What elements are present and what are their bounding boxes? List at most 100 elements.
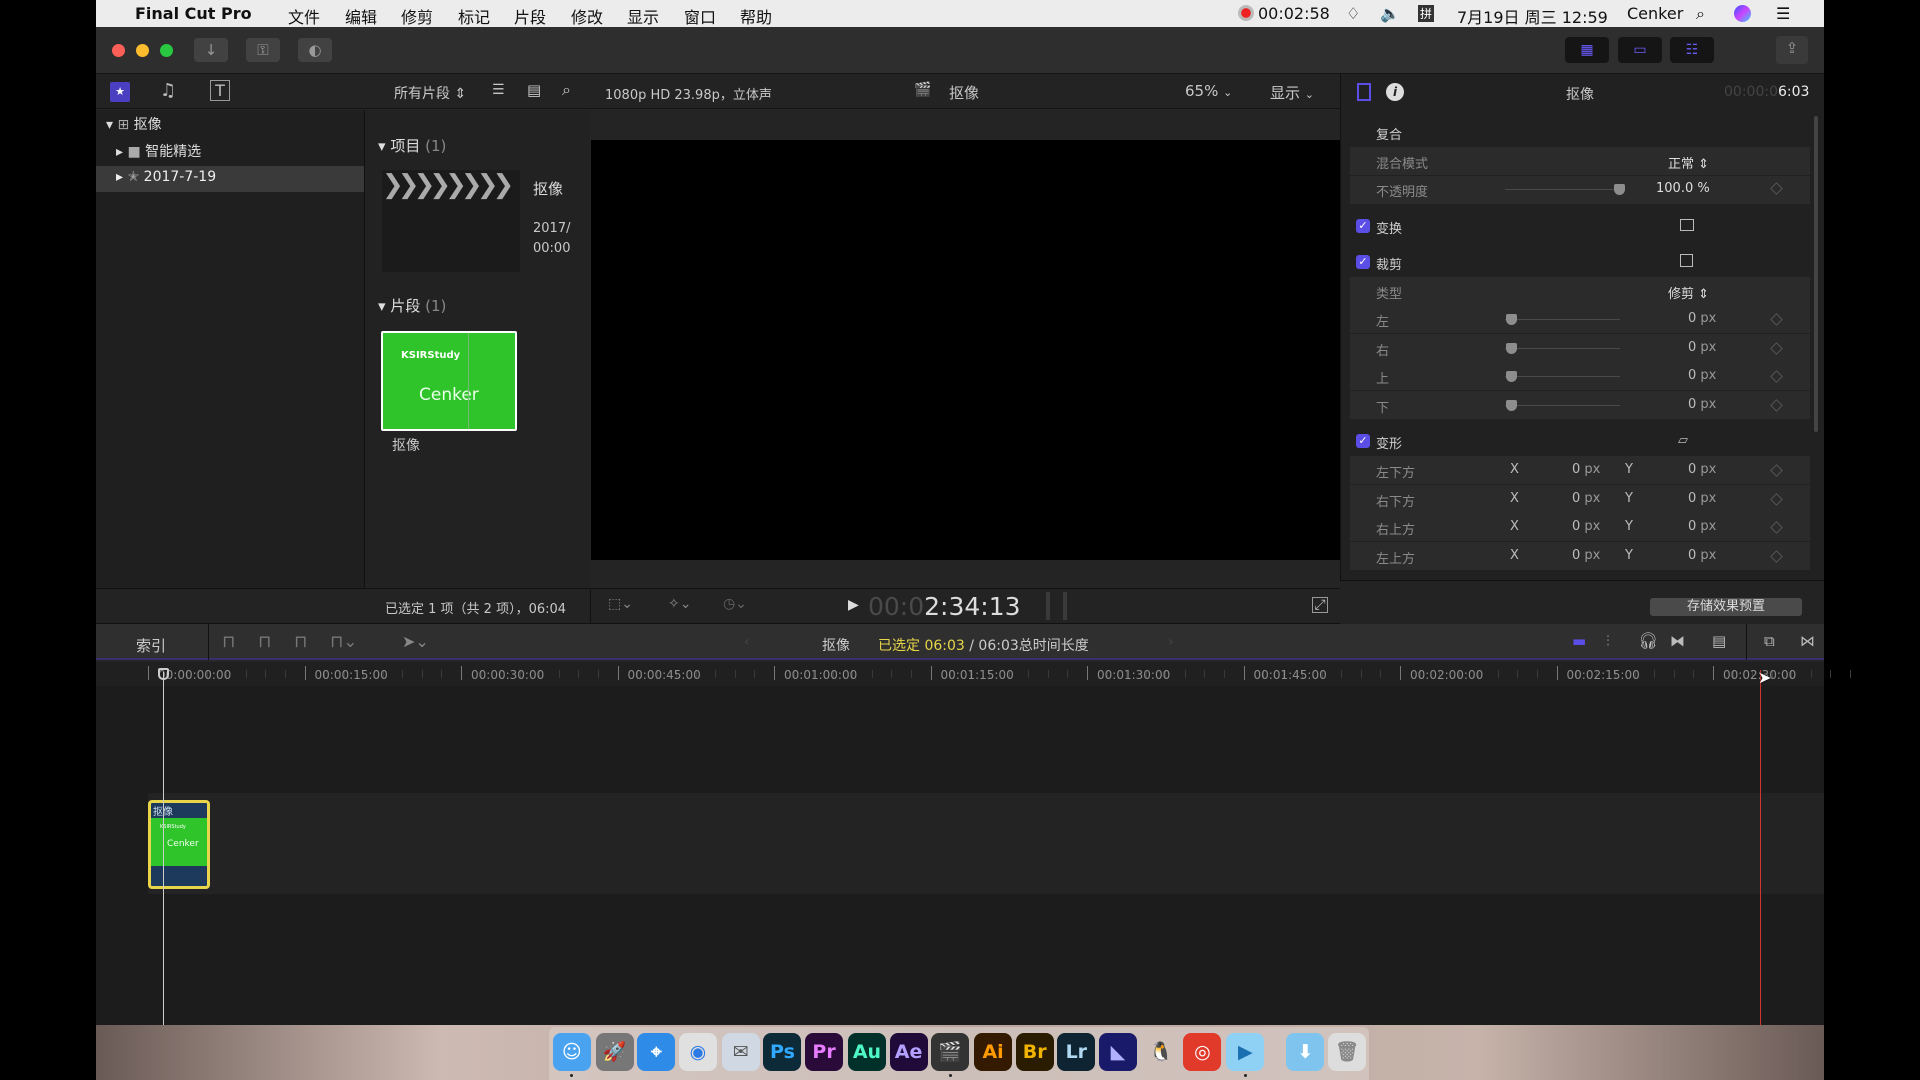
siri-icon[interactable]: [1734, 5, 1751, 22]
crop-value[interactable]: 0 px: [1688, 397, 1716, 412]
transform-onscreen-icon[interactable]: [1680, 219, 1694, 231]
save-effects-preset-button[interactable]: 存储效果预置: [1650, 598, 1802, 616]
insert-clip-icon[interactable]: ⊓: [258, 632, 271, 652]
show-timeline-icon[interactable]: ▭: [1618, 37, 1662, 63]
audio-skimming-icon[interactable]: ⫶: [1606, 632, 1610, 650]
distort-x-value[interactable]: 0 px: [1572, 491, 1600, 506]
retime-menu-icon[interactable]: ◷⌄: [723, 596, 747, 612]
history-forward-icon[interactable]: ›: [1168, 634, 1174, 650]
sidebar-item-event[interactable]: ▸ ✭ 2017-7-19: [116, 169, 216, 185]
dock-finder-icon[interactable]: ☺: [552, 1033, 591, 1071]
titles-generators-icon[interactable]: T: [210, 80, 230, 101]
viewer-timecode[interactable]: 00:02:34:13: [868, 592, 1021, 621]
snapping-icon[interactable]: ⧓: [1670, 632, 1685, 650]
show-browser-icon[interactable]: ▦: [1565, 37, 1609, 63]
close-button[interactable]: [112, 44, 125, 57]
distort-y-value[interactable]: 0 px: [1688, 548, 1716, 563]
solo-icon[interactable]: 🎧︎: [1638, 631, 1658, 650]
dock-final-cut-pro-icon[interactable]: 🎬: [931, 1033, 970, 1071]
import-icon[interactable]: ↓: [194, 38, 228, 62]
dock-after-effects-icon[interactable]: Ae: [889, 1033, 928, 1071]
input-method-icon[interactable]: 拼: [1418, 5, 1435, 22]
distort-heading[interactable]: 变形: [1376, 433, 1402, 452]
append-clip-icon[interactable]: ⊓: [294, 632, 307, 652]
viewer-canvas[interactable]: [591, 140, 1340, 560]
transform-heading[interactable]: 变换: [1376, 218, 1402, 237]
overwrite-clip-icon[interactable]: ⊓⌄: [330, 632, 358, 652]
dock-chrome-icon[interactable]: ◉: [678, 1033, 717, 1071]
clip-appearance-icon[interactable]: ☰: [492, 82, 505, 98]
minimize-button[interactable]: [136, 44, 149, 57]
datetime[interactable]: 7月19日 周三 12:59: [1457, 4, 1608, 28]
video-inspector-icon[interactable]: [1357, 83, 1371, 101]
crop-type-popup[interactable]: 修剪 ⇕: [1668, 283, 1709, 302]
spotlight-icon[interactable]: ⌕: [1696, 4, 1705, 24]
crop-value[interactable]: 0 px: [1688, 311, 1716, 326]
menu-view[interactable]: 显示: [627, 4, 659, 28]
dock-audition-icon[interactable]: Au: [847, 1033, 886, 1071]
timeline-clip[interactable]: 抠像 KSIRStudy Cenker: [148, 800, 210, 889]
notification-center-icon[interactable]: ☰: [1776, 4, 1790, 23]
skimming-icon[interactable]: ▬: [1572, 632, 1586, 650]
distort-x-value[interactable]: 0 px: [1572, 519, 1600, 534]
menu-file[interactable]: 文件: [288, 4, 320, 28]
crop-slider-knob[interactable]: [1506, 342, 1517, 354]
show-inspector-icon[interactable]: ☷: [1670, 37, 1714, 63]
menu-modify[interactable]: 修改: [571, 4, 603, 28]
user-name[interactable]: Cenker: [1627, 4, 1683, 23]
wifi-icon[interactable]: ♢: [1346, 4, 1360, 23]
library-item[interactable]: ▾ ⊞ 抠像: [106, 114, 162, 134]
crop-heading[interactable]: 裁剪: [1376, 254, 1402, 273]
crop-slider[interactable]: [1505, 319, 1620, 320]
enhance-menu-icon[interactable]: ✧⌄: [668, 596, 691, 612]
inspector-scrollbar[interactable]: [1814, 116, 1818, 432]
transform-menu-icon[interactable]: ⬚⌄: [608, 596, 633, 612]
distort-x-value[interactable]: 0 px: [1572, 462, 1600, 477]
menu-edit[interactable]: 编辑: [345, 4, 377, 28]
dock-launchpad-icon[interactable]: 🚀: [595, 1033, 634, 1071]
clips-section-header[interactable]: ▾ 片段 (1): [378, 295, 446, 316]
transform-checkbox[interactable]: ✓: [1356, 219, 1370, 233]
dock-screen-recorder-icon[interactable]: ▶: [1226, 1033, 1265, 1071]
dock-preview-icon[interactable]: ✉: [721, 1033, 760, 1071]
menu-mark[interactable]: 标记: [458, 4, 490, 28]
clip-filter-dropdown[interactable]: 所有片段 ⇕: [394, 83, 466, 103]
dock-netease-music-icon[interactable]: ◎: [1183, 1033, 1222, 1071]
info-inspector-icon[interactable]: i: [1386, 83, 1404, 101]
crop-slider[interactable]: [1505, 405, 1620, 407]
distort-y-value[interactable]: 0 px: [1688, 519, 1716, 534]
menu-trim[interactable]: 修剪: [401, 4, 433, 28]
projects-section-header[interactable]: ▾ 项目 (1): [378, 135, 446, 156]
crop-checkbox[interactable]: ✓: [1356, 255, 1370, 269]
menu-app-name[interactable]: Final Cut Pro: [135, 4, 252, 23]
search-icon[interactable]: ⌕: [562, 80, 571, 100]
dock-downloads-folder-icon[interactable]: ⬇: [1286, 1033, 1325, 1071]
distort-onscreen-icon[interactable]: ▱: [1678, 433, 1688, 448]
background-tasks-icon[interactable]: ◐: [298, 38, 332, 62]
crop-slider-knob[interactable]: [1506, 314, 1517, 325]
crop-value[interactable]: 0 px: [1688, 340, 1716, 355]
crop-onscreen-icon[interactable]: [1680, 254, 1693, 267]
sidebar-item-smart-collections[interactable]: ▸ ■ 智能精选: [116, 141, 201, 161]
dock-photoshop-icon[interactable]: Ps: [763, 1033, 802, 1071]
distort-checkbox[interactable]: ✓: [1356, 434, 1370, 448]
dock-safari-icon[interactable]: ⌖: [637, 1033, 676, 1071]
blend-mode-popup[interactable]: 正常 ⇕: [1668, 153, 1709, 172]
fullscreen-icon[interactable]: ⤢: [1312, 597, 1328, 613]
keywords-icon[interactable]: ⚿: [246, 38, 280, 62]
timeline-index-button[interactable]: 索引: [136, 635, 166, 656]
filmstrip-icon[interactable]: ▤: [527, 81, 541, 99]
zoom-dropdown[interactable]: 65% ⌄: [1185, 82, 1232, 100]
menu-help[interactable]: 帮助: [740, 4, 772, 28]
play-icon[interactable]: ▶: [848, 597, 859, 613]
dock-qq-icon[interactable]: 🐧: [1142, 1033, 1180, 1071]
menu-clip[interactable]: 片段: [514, 4, 546, 28]
connect-clip-icon[interactable]: ⊓: [222, 632, 235, 652]
dock-lightroom-icon[interactable]: Lr: [1057, 1033, 1096, 1071]
history-back-icon[interactable]: ‹: [744, 634, 750, 650]
dock-illustrator-icon[interactable]: Ai: [974, 1033, 1013, 1071]
display-dropdown[interactable]: 显示 ⌄: [1270, 82, 1314, 103]
crop-slider[interactable]: [1505, 376, 1620, 378]
transitions-browser-icon[interactable]: ⋈: [1800, 632, 1815, 650]
dock-bridge-icon[interactable]: Br: [1015, 1033, 1054, 1071]
